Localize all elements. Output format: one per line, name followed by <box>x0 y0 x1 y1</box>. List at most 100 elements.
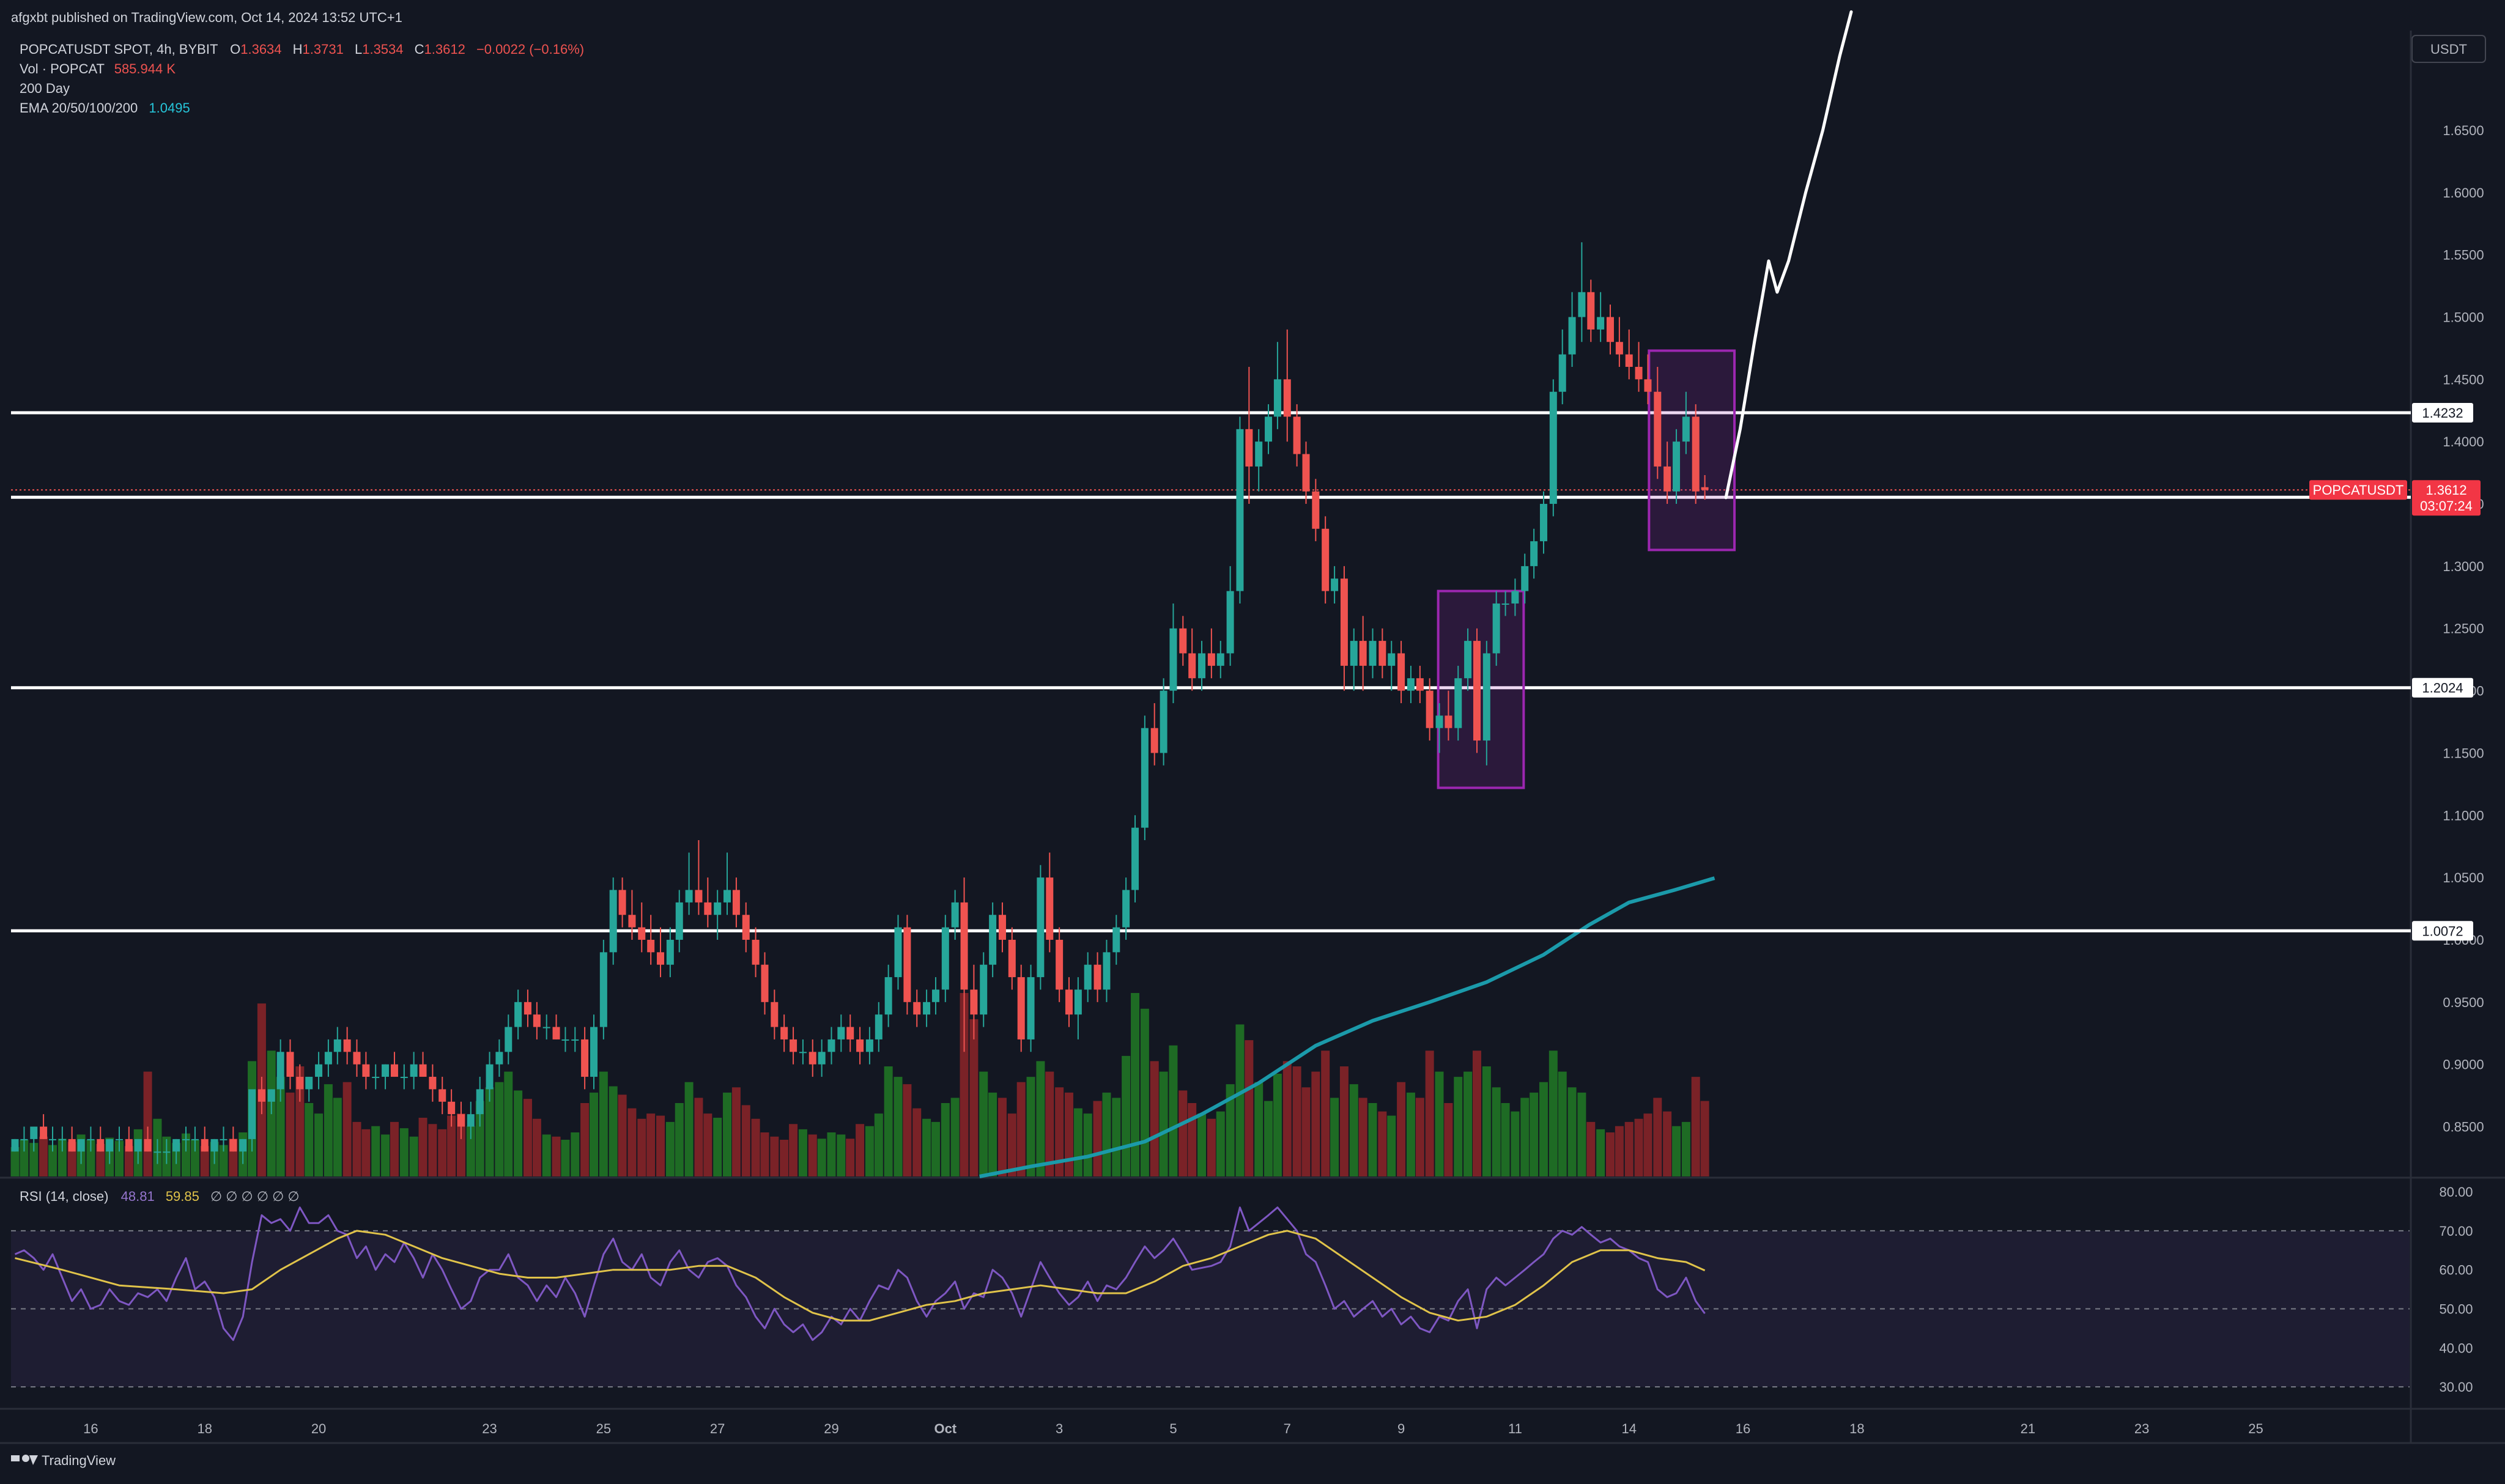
candle-body <box>1539 504 1547 542</box>
volume-bar <box>760 1132 769 1176</box>
candle-body <box>1435 715 1443 728</box>
candle-body <box>1454 678 1462 728</box>
candle-body <box>372 1077 380 1079</box>
rsi-tick-label: 30.00 <box>2439 1379 2473 1395</box>
candle-body <box>1445 715 1452 728</box>
candle-body <box>1416 678 1424 691</box>
candle-body <box>951 902 959 928</box>
candle-body <box>229 1139 237 1152</box>
candle-body <box>353 1052 361 1065</box>
volume-bar <box>495 1082 504 1176</box>
candle-body <box>448 1101 456 1115</box>
volume-bar <box>1577 1092 1586 1176</box>
candle-body <box>1692 416 1700 492</box>
volume-bar <box>827 1132 836 1176</box>
candle-body <box>1568 317 1576 355</box>
candle-body <box>1578 292 1586 317</box>
volume-bar <box>399 1128 409 1176</box>
candle-body <box>1511 591 1519 604</box>
volume-bar <box>1007 1113 1016 1176</box>
volume-bar <box>1045 1071 1054 1176</box>
candle-body <box>599 952 607 1027</box>
volume-bar <box>694 1098 703 1176</box>
time-tick-label: 29 <box>824 1421 838 1436</box>
volume-bar <box>941 1103 950 1176</box>
time-tick-label: 5 <box>1169 1421 1177 1436</box>
candle-body <box>476 1089 484 1115</box>
volume-bar <box>552 1136 561 1176</box>
candle-body <box>675 902 683 940</box>
volume-bar <box>418 1118 427 1176</box>
candle-body <box>239 1139 247 1152</box>
volume-bar <box>1586 1121 1596 1176</box>
candle-body <box>362 1064 370 1077</box>
candle-body <box>1216 653 1224 666</box>
level-price-label: 1.0072 <box>2422 923 2463 939</box>
volume-bar <box>342 1082 352 1176</box>
candle-body <box>1397 653 1405 691</box>
price-tick-label: 0.8500 <box>2443 1120 2484 1135</box>
time-tick-label: Oct <box>934 1421 956 1436</box>
candle-body <box>1084 964 1092 990</box>
candle-body <box>542 1027 550 1028</box>
candle-body <box>400 1077 408 1079</box>
candle-body <box>913 1002 921 1015</box>
rsi-tick-label: 80.00 <box>2439 1184 2473 1200</box>
candle-body <box>20 1139 28 1140</box>
candle-body <box>201 1139 209 1152</box>
candle-body <box>49 1139 57 1140</box>
volume-bar <box>1207 1118 1216 1176</box>
volume-legend: Vol · POPCAT 585.944 K <box>20 61 176 76</box>
volume-bar <box>1102 1092 1111 1176</box>
volume-bar <box>817 1139 826 1176</box>
candle-body <box>561 1039 569 1041</box>
candle-body <box>191 1139 199 1140</box>
volume-bar <box>1016 1082 1026 1176</box>
candle-body <box>410 1064 418 1077</box>
volume-bar <box>703 1113 712 1176</box>
candle-body <box>1198 653 1206 679</box>
candle-body <box>647 939 655 953</box>
candle-body <box>429 1077 437 1090</box>
price-tick-label: 1.1000 <box>2443 808 2484 823</box>
candle-body <box>590 1027 598 1077</box>
volume-bar <box>1140 1008 1149 1176</box>
price-tick-label: 1.5500 <box>2443 248 2484 263</box>
volume-bar <box>1358 1098 1367 1176</box>
candle-body <box>220 1139 228 1140</box>
candle-body <box>467 1114 475 1127</box>
candle-body <box>827 1039 835 1052</box>
volume-bar <box>979 1071 988 1176</box>
candle-body <box>1103 952 1111 990</box>
volume-bar <box>361 1129 371 1176</box>
price-tick-label: 1.5000 <box>2443 310 2484 325</box>
candle-body <box>524 1002 531 1015</box>
candle-body <box>1037 877 1045 978</box>
volume-bar <box>352 1121 361 1176</box>
candle-body <box>1302 454 1310 492</box>
candle-body <box>1112 927 1120 953</box>
volume-bar <box>286 1092 295 1176</box>
candle-body <box>182 1139 190 1140</box>
currency-label: USDT <box>2430 42 2467 57</box>
candle-body <box>1673 441 1681 492</box>
volume-bar <box>1425 1050 1434 1176</box>
volume-bar <box>1596 1129 1605 1176</box>
volume-bar <box>1378 1111 1387 1176</box>
chart-canvas[interactable]: afgxbt published on TradingView.com, Oct… <box>0 0 2505 1484</box>
candle-body <box>818 1052 826 1065</box>
candle-body <box>1017 977 1025 1039</box>
candle-body <box>628 915 636 928</box>
candle-body <box>1587 292 1595 330</box>
volume-bar <box>1700 1101 1709 1176</box>
volume-bar <box>1653 1098 1662 1176</box>
volume-bar <box>1415 1098 1424 1176</box>
volume-bar <box>627 1108 637 1176</box>
candle-body <box>154 1151 161 1153</box>
price-tick-label: 1.4500 <box>2443 372 2484 387</box>
candle-body <box>1056 939 1064 990</box>
candle-body <box>1046 877 1054 940</box>
candle-body <box>1236 429 1244 591</box>
volume-bar <box>1282 1061 1292 1176</box>
candle-body <box>666 939 674 965</box>
